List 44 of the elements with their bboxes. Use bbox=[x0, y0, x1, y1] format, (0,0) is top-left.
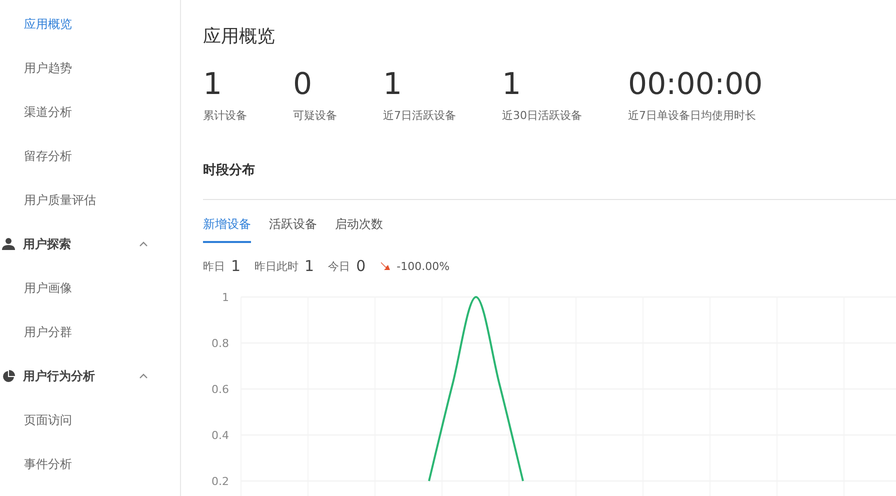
stat-value: 00:00:00 bbox=[628, 68, 763, 102]
summary-label: 今日 bbox=[328, 258, 350, 274]
stat-label: 累计设备 bbox=[203, 108, 247, 123]
summary-value: 1 bbox=[304, 257, 314, 275]
y-axis-label: 0.4 bbox=[212, 429, 229, 442]
summary-label: 昨日此时 bbox=[254, 258, 299, 274]
page-title: 应用概览 bbox=[203, 25, 276, 48]
section-title: 时段分布 bbox=[203, 161, 896, 200]
y-axis-label: 1 bbox=[222, 291, 229, 304]
stat-label: 近7日单设备日均使用时长 bbox=[628, 108, 757, 123]
summary-label: 昨日 bbox=[203, 258, 225, 274]
chevron-icon[interactable] bbox=[139, 373, 148, 379]
stat-value: 1 bbox=[203, 68, 224, 102]
stat-label: 近7日活跃设备 bbox=[383, 108, 456, 123]
group-label: 用户行为分析 bbox=[23, 368, 96, 384]
sidebar-group[interactable]: 用户探索 bbox=[0, 222, 180, 266]
stat-label: 近30日活跃设备 bbox=[502, 108, 582, 123]
stat-value: 1 bbox=[383, 68, 404, 102]
sidebar-item[interactable]: 用户趋势 bbox=[0, 46, 180, 90]
group-label: 用户探索 bbox=[23, 236, 72, 252]
y-axis-label: 0.2 bbox=[212, 475, 229, 488]
sidebar-item[interactable]: 应用概览 bbox=[0, 2, 180, 46]
stat-value: 1 bbox=[502, 68, 522, 102]
stat-label: 可疑设备 bbox=[293, 108, 337, 123]
sidebar-item[interactable]: 用户分群 bbox=[0, 310, 180, 354]
sidebar-item[interactable]: 留存分析 bbox=[0, 134, 180, 178]
sidebar-item[interactable]: 渠道分析 bbox=[0, 90, 180, 134]
sidebar-item[interactable]: 用户质量评估 bbox=[0, 178, 180, 222]
sidebar-item[interactable]: 事件分析 bbox=[0, 442, 180, 486]
change-percent: -100.00% bbox=[396, 260, 450, 272]
tab[interactable]: 启动次数 bbox=[335, 214, 383, 243]
sidebar-item[interactable]: 用户画像 bbox=[0, 266, 180, 310]
tab[interactable]: 新增设备 bbox=[203, 214, 251, 243]
y-axis-label: 0.8 bbox=[212, 337, 229, 350]
person-icon bbox=[2, 238, 15, 250]
summary-value: 0 bbox=[356, 257, 366, 275]
tab[interactable]: 活跃设备 bbox=[269, 214, 317, 243]
chevron-icon[interactable] bbox=[139, 241, 148, 247]
y-axis-label: 0.6 bbox=[212, 383, 229, 396]
pie-chart-icon bbox=[2, 370, 15, 382]
sidebar-item[interactable]: 页面访问 bbox=[0, 398, 180, 442]
sidebar-group[interactable]: 用户行为分析 bbox=[0, 354, 180, 398]
stat-value: 0 bbox=[293, 68, 314, 102]
summary-value: 1 bbox=[231, 257, 241, 275]
